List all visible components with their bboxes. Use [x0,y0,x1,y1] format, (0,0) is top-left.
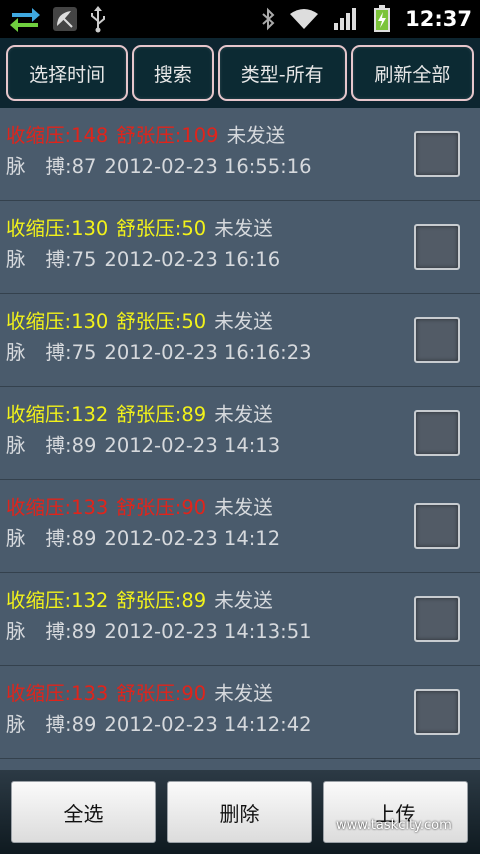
record-datetime: 2012-02-23 14:13:51 [104,620,312,643]
record-datetime: 2012-02-23 14:13 [104,434,281,457]
refresh-all-button[interactable]: 刷新全部 [350,45,474,101]
pulse-line: 脉搏:89 2012-02-23 14:12:42 [6,708,312,737]
pressure-line: 收缩压:148 舒张压:109 未发送 [6,119,285,148]
select-checkbox[interactable] [414,317,460,363]
pulse-value: 搏:75 [45,341,97,364]
send-status: 未发送 [214,682,273,705]
pulse-line: 脉搏:89 2012-02-23 14:13 [6,429,280,458]
wifi-icon [289,7,319,31]
pulse-label: 脉 [6,713,26,736]
select-checkbox[interactable] [414,224,460,270]
select-all-button[interactable]: 全选 [11,781,156,843]
record-datetime: 2012-02-23 16:16 [104,248,281,271]
pulse-label: 脉 [6,527,26,550]
pulse-line: 脉搏:75 2012-02-23 16:16 [6,243,280,272]
record-datetime: 2012-02-23 14:12 [104,527,281,550]
diastolic-value: 舒张压:109 [116,124,219,147]
send-status: 未发送 [226,124,286,147]
select-checkbox[interactable] [414,503,460,549]
list-item[interactable]: 收缩压:132 舒张压:89 未发送 脉搏:89 2012-02-23 14:13 [0,387,480,480]
pulse-label: 脉 [6,434,26,457]
pressure-line: 收缩压:130 舒张压:50 未发送 [6,305,273,334]
list-item[interactable]: 收缩压:130 舒张压:50 未发送 脉搏:75 2012-02-23 16:16:2… [0,294,480,387]
pulse-line: 脉搏:89 2012-02-23 14:13:51 [6,615,312,644]
record-datetime: 2012-02-23 16:55:16 [104,155,312,178]
watermark: www.taskcity.com [336,818,452,833]
pulse-line: 脉搏:75 2012-02-23 16:16:23 [6,336,312,365]
bottom-action-bar: 全选 删除 上传 [0,770,480,854]
pressure-line: 收缩压:130 舒张压:50 未发送 [6,212,273,241]
diastolic-value: 舒张压:50 [116,217,207,240]
toolbar: 选择时间 搜索 类型-所有 刷新全部 [0,38,480,108]
pulse-value: 搏:89 [45,434,97,457]
systolic-value: 收缩压:132 [6,589,109,612]
battery-charging-icon [373,5,391,33]
select-checkbox[interactable] [414,689,460,735]
usb-icon [88,5,108,33]
send-status: 未发送 [214,589,273,612]
pulse-label: 脉 [6,155,26,178]
satellite-dish-icon [52,6,78,32]
pressure-line: 收缩压:132 舒张压:89 未发送 [6,398,273,427]
diastolic-value: 舒张压:90 [116,682,207,705]
systolic-value: 收缩压:133 [6,496,109,519]
diastolic-value: 舒张压:89 [116,589,207,612]
pulse-value: 搏:75 [45,248,97,271]
pulse-label: 脉 [6,620,26,643]
pulse-value: 搏:89 [45,713,97,736]
pulse-value: 搏:87 [45,155,97,178]
pulse-line: 脉搏:87 2012-02-23 16:55:16 [6,150,312,179]
systolic-value: 收缩压:130 [6,310,109,333]
diastolic-value: 舒张压:50 [116,310,207,333]
pulse-label: 脉 [6,341,26,364]
pressure-line: 收缩压:132 舒张压:89 未发送 [6,584,273,613]
pulse-line: 脉搏:89 2012-02-23 14:12 [6,522,280,551]
send-status: 未发送 [214,403,273,426]
pulse-label: 脉 [6,248,26,271]
record-datetime: 2012-02-23 16:16:23 [104,341,312,364]
send-status: 未发送 [214,217,273,240]
send-status: 未发送 [214,496,273,519]
type-filter-button[interactable]: 类型-所有 [217,45,347,101]
diastolic-value: 舒张压:89 [116,403,207,426]
list-item[interactable]: 收缩压:133 舒张压:90 未发送 脉搏:89 2012-02-23 14:12:4… [0,666,480,759]
select-checkbox[interactable] [414,596,460,642]
delete-button[interactable]: 删除 [167,781,312,843]
pulse-value: 搏:89 [45,620,97,643]
select-checkbox[interactable] [414,131,460,177]
record-datetime: 2012-02-23 14:12:42 [104,713,312,736]
pressure-line: 收缩压:133 舒张压:90 未发送 [6,677,273,706]
status-bar: 12:37 [0,0,480,38]
bluetooth-icon [261,7,275,31]
send-status: 未发送 [214,310,273,333]
systolic-value: 收缩压:130 [6,217,109,240]
list-item[interactable]: 收缩压:130 舒张压:50 未发送 脉搏:75 2012-02-23 16:16 [0,201,480,294]
list-item[interactable]: 收缩压:133 舒张压:90 未发送 脉搏:89 2012-02-23 14:12 [0,480,480,573]
upload-button[interactable]: 上传 [323,781,468,843]
select-time-button[interactable]: 选择时间 [6,45,129,101]
systolic-value: 收缩压:133 [6,682,109,705]
select-checkbox[interactable] [414,410,460,456]
record-list[interactable]: 收缩压:148 舒张压:109 未发送 脉搏:87 2012-02-23 16:55:… [0,108,480,770]
pressure-line: 收缩压:133 舒张压:90 未发送 [6,491,273,520]
list-item[interactable]: 收缩压:132 舒张压:89 未发送 脉搏:89 2012-02-23 14:13:5… [0,573,480,666]
systolic-value: 收缩压:148 [6,124,109,147]
list-item[interactable]: 收缩压:148 舒张压:109 未发送 脉搏:87 2012-02-23 16:55:… [0,108,480,201]
signal-icon [333,7,359,31]
systolic-value: 收缩压:132 [6,403,109,426]
search-button[interactable]: 搜索 [132,45,214,101]
pulse-value: 搏:89 [45,527,97,550]
diastolic-value: 舒张压:90 [116,496,207,519]
clock: 12:37 [405,7,472,31]
sync-arrows-icon [8,4,42,34]
